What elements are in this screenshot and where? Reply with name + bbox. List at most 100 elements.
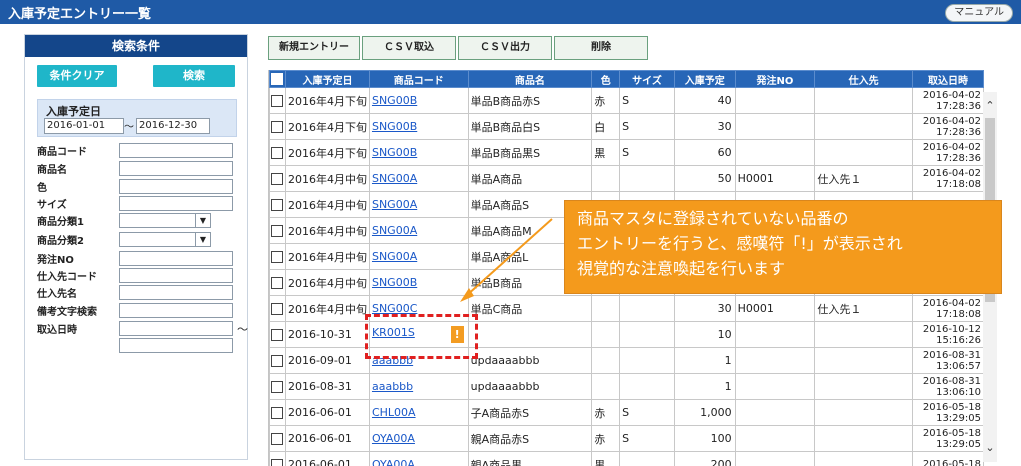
supplier-name-input[interactable] xyxy=(119,285,233,300)
product-name-input[interactable] xyxy=(119,161,233,176)
delete-button[interactable]: 削除 xyxy=(554,36,648,60)
row-checkbox-cell[interactable] xyxy=(269,217,286,244)
row-checkbox-cell[interactable] xyxy=(269,243,286,270)
row-checkbox[interactable] xyxy=(271,407,284,419)
product-code-link[interactable]: SNG00A xyxy=(372,172,417,185)
row-checkbox-cell[interactable] xyxy=(269,165,286,192)
table-row[interactable]: 2016-06-01 CHL00A 子A商品赤S 赤 S 1,000 2016-05-18 1… xyxy=(269,399,984,426)
row-checkbox[interactable] xyxy=(271,173,284,185)
table-row[interactable]: 2016年4月下旬 SNG00B 単品B商品赤S 赤 S 40 2016-04-02 17:2… xyxy=(269,87,984,114)
row-checkbox[interactable] xyxy=(271,381,284,393)
row-checkbox[interactable] xyxy=(271,121,284,133)
table-row[interactable]: 2016-06-01 OYA00A 親A商品黒黒 200 2016-05-18 xyxy=(269,451,984,466)
cell-code[interactable]: SNG00B xyxy=(368,139,469,166)
col-header-supplier[interactable]: 仕入先 xyxy=(814,70,913,88)
row-checkbox-cell[interactable] xyxy=(269,321,286,348)
csv-export-button[interactable]: ＣＳＶ出力 xyxy=(458,36,552,60)
row-checkbox[interactable] xyxy=(271,277,284,289)
row-checkbox[interactable] xyxy=(271,433,284,445)
row-checkbox[interactable] xyxy=(271,199,284,211)
product-code-link[interactable]: SNG00B xyxy=(372,94,417,107)
cell-code[interactable]: SNG00A xyxy=(368,243,469,270)
row-checkbox-cell[interactable] xyxy=(269,399,286,426)
date-from-input[interactable]: 2016-01-01 xyxy=(44,118,124,134)
col-header-size[interactable]: サイズ xyxy=(619,70,675,88)
cell-code[interactable]: SNG00B xyxy=(368,87,469,114)
cell-code[interactable]: OYA00A xyxy=(368,451,469,466)
table-row[interactable]: 2016-06-01 OYA00A 親A商品赤S 赤 S 100 2016-05-18 13:… xyxy=(269,425,984,452)
manual-button[interactable]: マニュアル xyxy=(945,4,1013,22)
row-checkbox-cell[interactable] xyxy=(269,373,286,400)
product-code-link[interactable]: CHL00A xyxy=(372,406,416,419)
col-header-color[interactable]: 色 xyxy=(591,70,621,88)
new-entry-button[interactable]: 新規エントリー xyxy=(268,36,360,60)
row-checkbox-cell[interactable] xyxy=(269,191,286,218)
product-code-link[interactable]: SNG00A xyxy=(372,224,417,237)
cell-code[interactable]: SNG00A xyxy=(368,165,469,192)
product-code-link[interactable]: SNG00A xyxy=(372,198,417,211)
product-code-link[interactable]: OYA00A xyxy=(372,458,415,466)
date-to-input[interactable]: 2016-12-30 xyxy=(136,118,210,134)
col-header-qty[interactable]: 入庫予定 xyxy=(673,70,736,88)
table-row[interactable]: 2016年4月下旬 SNG00B 単品B商品白S 白 S 30 2016-04-02 17:2… xyxy=(269,113,984,140)
memo-search-input[interactable] xyxy=(119,303,233,318)
select-all-checkbox[interactable] xyxy=(271,73,284,85)
cell-size xyxy=(619,347,675,374)
product-code-link[interactable]: SNG00B xyxy=(372,120,417,133)
category1-select[interactable]: ▼ xyxy=(119,213,211,228)
product-code-link[interactable]: aaabbb xyxy=(372,380,413,393)
row-checkbox[interactable] xyxy=(271,251,284,263)
category2-select[interactable]: ▼ xyxy=(119,232,211,247)
product-code-link[interactable]: SNG00B xyxy=(372,146,417,159)
row-checkbox[interactable] xyxy=(271,225,284,237)
table-row[interactable]: 2016年4月中旬 SNG00A 単品A商品 50 H0001 仕入先１ 2016-04-0… xyxy=(269,165,984,192)
order-no-input[interactable] xyxy=(119,251,233,266)
col-header-import-time[interactable]: 取込日時 xyxy=(911,70,984,88)
row-checkbox-cell[interactable] xyxy=(269,451,286,466)
row-checkbox-cell[interactable] xyxy=(269,347,286,374)
search-button[interactable]: 検索 xyxy=(153,65,235,87)
cell-code[interactable]: SNG00B xyxy=(368,269,469,296)
size-input[interactable] xyxy=(119,196,233,211)
row-checkbox-cell[interactable] xyxy=(269,87,286,114)
clear-conditions-button[interactable]: 条件クリア xyxy=(37,65,117,87)
cell-code[interactable]: OYA00A xyxy=(368,425,469,452)
row-checkbox-cell[interactable] xyxy=(269,139,286,166)
table-row[interactable]: 2016年4月下旬 SNG00B 単品B商品黒S 黒 S 60 2016-04-02 17:2… xyxy=(269,139,984,166)
col-header-date[interactable]: 入庫予定日 xyxy=(284,70,370,88)
cell-code[interactable]: SNG00A xyxy=(368,191,469,218)
cell-code[interactable]: CHL00A xyxy=(368,399,469,426)
select-all-checkbox-cell[interactable] xyxy=(269,70,286,88)
product-code-link[interactable]: OYA00A xyxy=(372,432,415,445)
row-checkbox-cell[interactable] xyxy=(269,113,286,140)
scroll-down-icon[interactable]: ⌄ xyxy=(983,442,997,454)
row-checkbox[interactable] xyxy=(271,303,284,315)
row-checkbox[interactable] xyxy=(271,355,284,367)
row-checkbox[interactable] xyxy=(271,95,284,107)
row-checkbox-cell[interactable] xyxy=(269,425,286,452)
table-row[interactable]: 2016-08-31 aaabbb updaaaabbb 1 2016-08-31 13:… xyxy=(269,373,984,400)
row-checkbox[interactable] xyxy=(271,459,284,466)
product-code-link[interactable]: SNG00B xyxy=(372,276,417,289)
cell-supplier xyxy=(814,139,913,166)
import-date-from-input[interactable] xyxy=(119,321,233,336)
row-checkbox[interactable] xyxy=(271,329,284,341)
color-input[interactable] xyxy=(119,179,233,194)
import-date-to-input[interactable] xyxy=(119,338,233,353)
product-code-link[interactable]: SNG00A xyxy=(372,250,417,263)
row-checkbox-cell[interactable] xyxy=(269,269,286,296)
row-checkbox-cell[interactable] xyxy=(269,295,286,322)
cell-color: 赤 xyxy=(591,87,621,114)
csv-import-button[interactable]: ＣＳＶ取込 xyxy=(362,36,456,60)
supplier-code-input[interactable] xyxy=(119,268,233,283)
col-header-code[interactable]: 商品コード xyxy=(368,70,469,88)
cell-code[interactable]: SNG00B xyxy=(368,113,469,140)
row-checkbox[interactable] xyxy=(271,147,284,159)
cell-code[interactable]: aaabbb xyxy=(368,373,469,400)
col-header-name[interactable]: 商品名 xyxy=(467,70,593,88)
scroll-up-icon[interactable]: ⌃ xyxy=(983,100,997,112)
col-header-order-no[interactable]: 発注NO xyxy=(734,70,816,88)
cell-size: S xyxy=(619,425,675,452)
cell-code[interactable]: SNG00A xyxy=(368,217,469,244)
product-code-input[interactable] xyxy=(119,143,233,158)
